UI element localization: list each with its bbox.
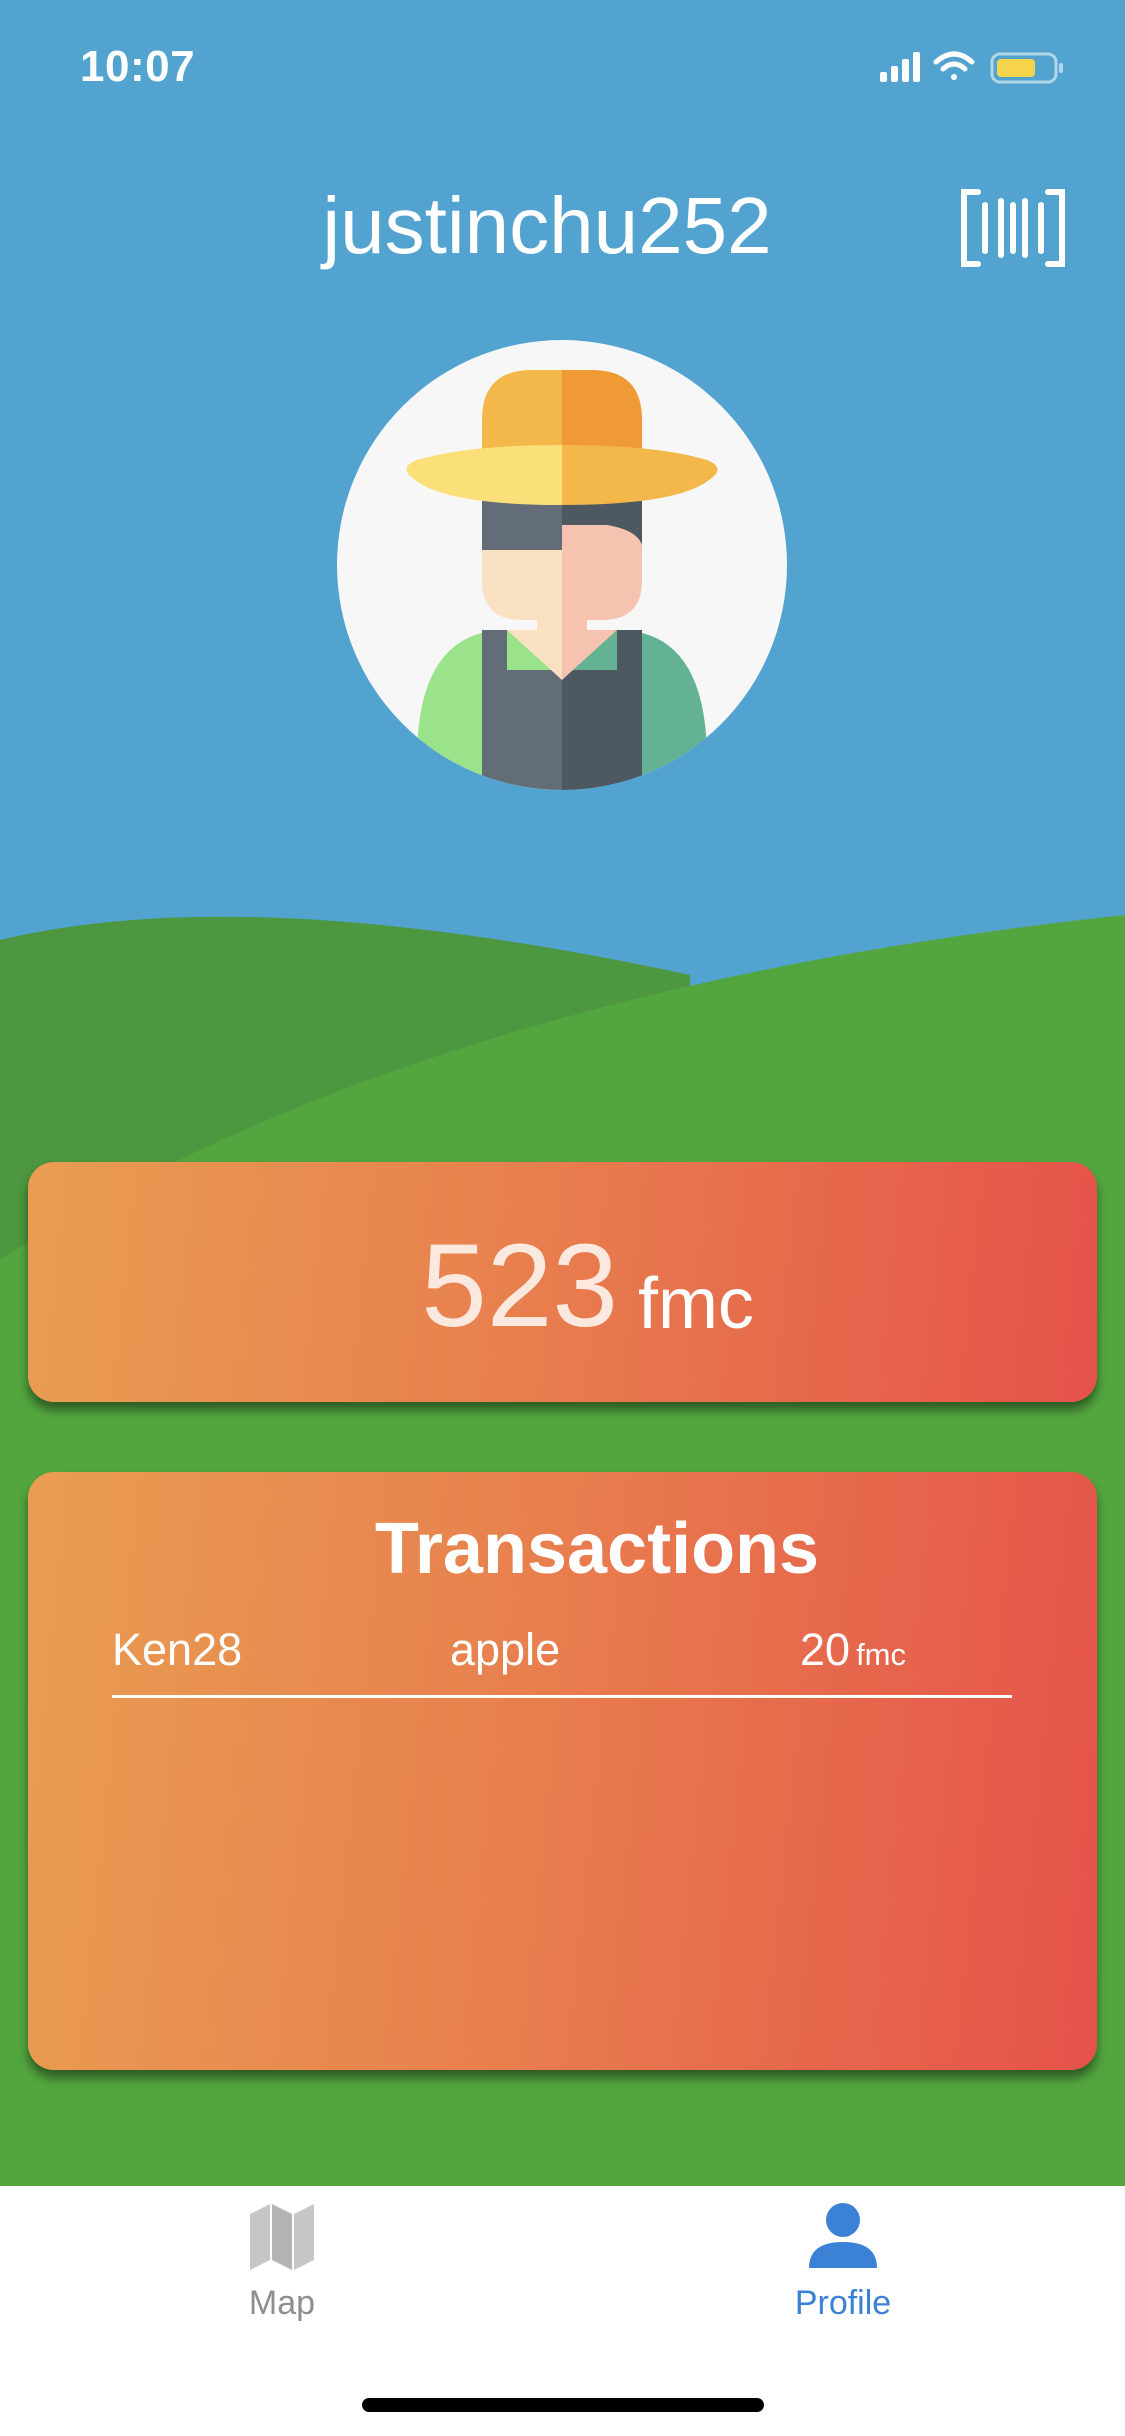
status-icons	[880, 51, 1063, 84]
transaction-amount-value: 20	[800, 1624, 851, 1675]
transaction-amount-unit: fmc	[856, 1637, 906, 1672]
signal-icon	[880, 52, 920, 82]
status-time: 10:07	[80, 42, 196, 91]
tab-map-label: Map	[248, 2284, 316, 2322]
avatar[interactable]	[337, 340, 787, 790]
tab-profile-label: Profile	[794, 2284, 892, 2322]
balance-unit: fmc	[637, 1264, 754, 1344]
status-bar: 10:07	[0, 0, 1125, 130]
transaction-amount: 20 fmc	[800, 1624, 906, 1676]
person-icon	[809, 2203, 877, 2268]
wifi-icon	[933, 51, 975, 80]
transactions-card: Transactions Ken28 apple 20 fmc	[28, 1472, 1097, 2070]
map-icon	[250, 2204, 314, 2270]
transaction-row[interactable]: Ken28 apple 20 fmc	[112, 1618, 1012, 1698]
home-indicator[interactable]	[362, 2398, 764, 2412]
balance: 523 fmc	[28, 1162, 1097, 1402]
tab-profile[interactable]: Profile	[713, 2200, 973, 2350]
transactions-title: Transactions	[374, 1509, 820, 1589]
transaction-item: apple	[450, 1624, 561, 1675]
profile-screen: 10:07 justinchu252 523 fmc Transactions …	[0, 0, 1125, 2436]
barcode-icon[interactable]	[960, 188, 1066, 268]
transaction-user: Ken28	[112, 1624, 243, 1675]
battery-icon	[990, 52, 1063, 84]
username: justinchu252	[322, 181, 772, 270]
balance-value: 523	[421, 1220, 618, 1352]
farmer-avatar-icon	[406, 370, 718, 790]
tab-map[interactable]: Map	[152, 2200, 412, 2350]
balance-card: 523 fmc	[28, 1162, 1097, 1402]
